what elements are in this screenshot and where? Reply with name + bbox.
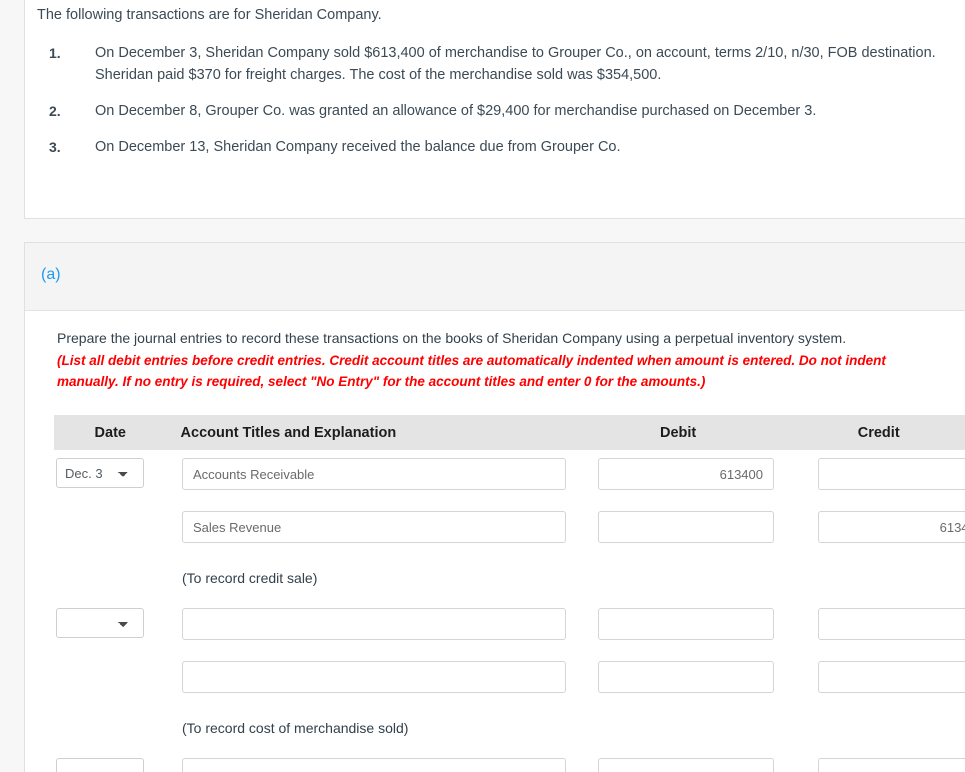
cell-debit xyxy=(589,653,794,693)
problem-statement-card: The following transactions are for Sheri… xyxy=(24,0,965,219)
instruction-note: (List all debit entries before credit en… xyxy=(57,353,886,389)
list-item-text: On December 8, Grouper Co. was granted a… xyxy=(95,103,817,119)
memo-text-2: (To record cost of merchandise sold) xyxy=(182,720,409,736)
list-item: 1. On December 3, Sheridan Company sold … xyxy=(49,42,965,86)
cell-account xyxy=(169,503,589,543)
account-input-3[interactable] xyxy=(182,608,566,640)
memo-text-1: (To record credit sale) xyxy=(182,570,318,586)
part-a-card: (a) Prepare the journal entries to recor… xyxy=(24,242,965,772)
column-header-debit: Debit xyxy=(659,424,697,441)
table-row xyxy=(54,653,965,706)
cell-account xyxy=(169,653,589,693)
cell-date: Dec. 3 xyxy=(54,450,169,488)
cell-debit xyxy=(589,503,794,543)
journal-entry-table: Date Account Titles and Explanation Debi… xyxy=(54,415,965,772)
cell-credit xyxy=(794,750,965,772)
list-item-text: On December 13, Sheridan Company receive… xyxy=(95,139,621,155)
memo-row-1: (To record credit sale) xyxy=(54,556,965,600)
list-item-text: On December 3, Sheridan Company sold $61… xyxy=(95,45,936,83)
list-item-marker: 3. xyxy=(49,139,61,155)
table-row xyxy=(54,600,965,653)
list-item-marker: 1. xyxy=(49,45,61,61)
cell-debit xyxy=(589,450,794,490)
cell-date xyxy=(54,600,169,638)
account-input-2[interactable] xyxy=(182,511,566,543)
credit-input-4[interactable] xyxy=(818,661,965,693)
credit-input-1[interactable] xyxy=(818,458,965,490)
memo-row-2: (To record cost of merchandise sold) xyxy=(54,706,965,750)
debit-input-5[interactable] xyxy=(598,758,774,772)
cell-account xyxy=(169,450,589,490)
cell-date xyxy=(54,503,169,511)
cell-account xyxy=(169,600,589,640)
cell-account xyxy=(169,750,589,772)
table-row: Dec. 3 xyxy=(54,450,965,503)
cell-credit xyxy=(794,653,965,693)
part-a-header: (a) xyxy=(25,243,965,311)
viewport-clip: The following transactions are for Sheri… xyxy=(0,0,965,772)
date-select-1[interactable]: Dec. 3 xyxy=(56,458,144,488)
account-input-1[interactable] xyxy=(182,458,566,490)
account-input-5[interactable] xyxy=(182,758,566,772)
part-a-label: (a) xyxy=(41,266,61,283)
date-select-3[interactable] xyxy=(56,758,144,772)
account-input-4[interactable] xyxy=(182,661,566,693)
cell-debit xyxy=(589,600,794,640)
intro-text: The following transactions are for Sheri… xyxy=(37,7,382,23)
debit-input-3[interactable] xyxy=(598,608,774,640)
debit-input-4[interactable] xyxy=(598,661,774,693)
instructions-block: Prepare the journal entries to record th… xyxy=(57,328,965,392)
column-header-date: Date xyxy=(94,424,126,441)
transaction-list: 1. On December 3, Sheridan Company sold … xyxy=(49,42,965,172)
cell-date xyxy=(54,750,169,772)
cell-date xyxy=(54,653,169,661)
credit-input-2[interactable] xyxy=(818,511,965,543)
column-header-account: Account Titles and Explanation xyxy=(180,424,397,441)
cell-credit xyxy=(794,450,965,490)
table-row xyxy=(54,503,965,556)
date-select-2[interactable] xyxy=(56,608,144,638)
list-item: 3. On December 13, Sheridan Company rece… xyxy=(49,136,965,158)
list-item-marker: 2. xyxy=(49,103,61,119)
debit-input-2[interactable] xyxy=(598,511,774,543)
debit-input-1[interactable] xyxy=(598,458,774,490)
instruction-text: Prepare the journal entries to record th… xyxy=(57,330,847,346)
column-header-credit: Credit xyxy=(857,424,900,441)
table-row xyxy=(54,750,965,772)
cell-debit xyxy=(589,750,794,772)
page-root: The following transactions are for Sheri… xyxy=(0,0,965,772)
credit-input-5[interactable] xyxy=(818,758,965,772)
cell-credit xyxy=(794,600,965,640)
cell-credit xyxy=(794,503,965,543)
list-item: 2. On December 8, Grouper Co. was grante… xyxy=(49,100,965,122)
credit-input-3[interactable] xyxy=(818,608,965,640)
journal-table-header: Date Account Titles and Explanation Debi… xyxy=(54,415,965,450)
